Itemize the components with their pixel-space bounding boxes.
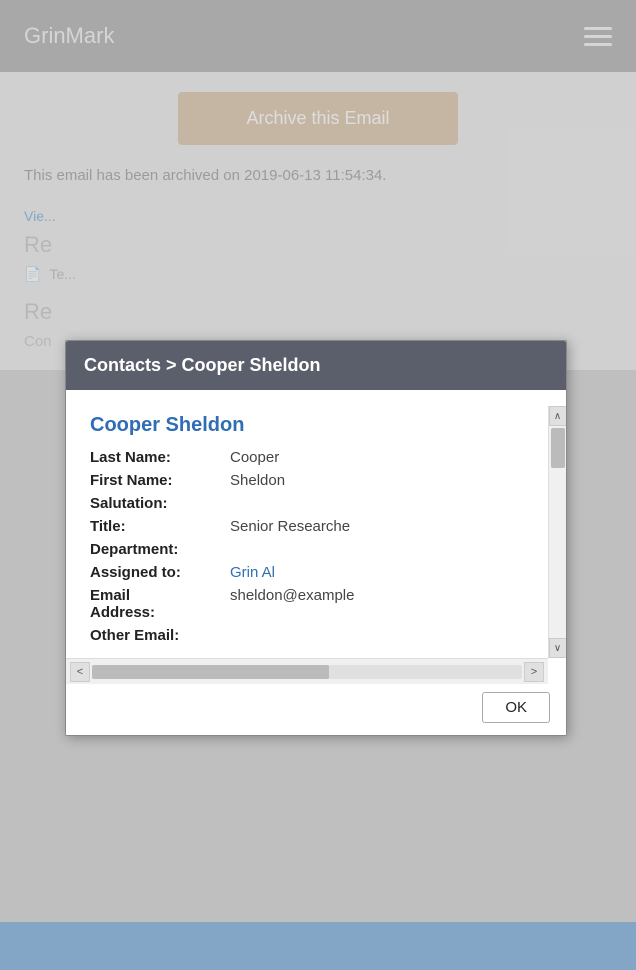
field-label-department: Department: <box>90 541 230 558</box>
field-value-last-name: Cooper <box>230 449 532 466</box>
scroll-down-arrow[interactable]: ∨ <box>549 638 567 658</box>
modal-content-inner: Cooper Sheldon Last Name: Cooper First N… <box>66 406 548 658</box>
field-label-title: Title: <box>90 518 230 535</box>
contact-name: Cooper Sheldon <box>90 414 532 437</box>
field-title: Title: Senior Researche <box>90 518 532 535</box>
modal-body: Cooper Sheldon Last Name: Cooper First N… <box>66 390 566 684</box>
field-label-salutation: Salutation: <box>90 495 230 512</box>
field-email: EmailAddress: sheldon@example <box>90 587 532 621</box>
scroll-up-arrow[interactable]: ∧ <box>549 406 567 426</box>
field-other-email: Other Email: <box>90 627 532 644</box>
field-label-email: EmailAddress: <box>90 587 230 621</box>
modal-header: Contacts > Cooper Sheldon <box>66 341 566 390</box>
scroll-thumb[interactable] <box>551 428 565 468</box>
horizontal-scrollbar[interactable]: < > <box>66 658 548 684</box>
field-value-email: sheldon@example <box>230 587 532 604</box>
field-value-title: Senior Researche <box>230 518 532 535</box>
modal-footer: OK <box>66 684 566 735</box>
field-label-last-name: Last Name: <box>90 449 230 466</box>
field-value-assigned-to[interactable]: Grin Al <box>230 564 532 581</box>
field-last-name: Last Name: Cooper <box>90 449 532 466</box>
vertical-scrollbar[interactable]: ∧ ∨ <box>548 406 566 658</box>
field-assigned-to: Assigned to: Grin Al <box>90 564 532 581</box>
ok-button[interactable]: OK <box>482 692 550 723</box>
field-first-name: First Name: Sheldon <box>90 472 532 489</box>
field-label-assigned-to: Assigned to: <box>90 564 230 581</box>
hscroll-thumb[interactable] <box>92 665 329 679</box>
field-label-first-name: First Name: <box>90 472 230 489</box>
modal-scroll-area: Cooper Sheldon Last Name: Cooper First N… <box>66 406 566 658</box>
field-salutation: Salutation: <box>90 495 532 512</box>
hscroll-left-arrow[interactable]: < <box>70 662 90 682</box>
field-label-other-email: Other Email: <box>90 627 230 644</box>
scroll-track[interactable] <box>549 470 566 638</box>
hscroll-right-arrow[interactable]: > <box>524 662 544 682</box>
contact-modal: Contacts > Cooper Sheldon Cooper Sheldon… <box>65 340 567 736</box>
field-department: Department: <box>90 541 532 558</box>
field-value-first-name: Sheldon <box>230 472 532 489</box>
hscroll-track[interactable] <box>92 665 522 679</box>
